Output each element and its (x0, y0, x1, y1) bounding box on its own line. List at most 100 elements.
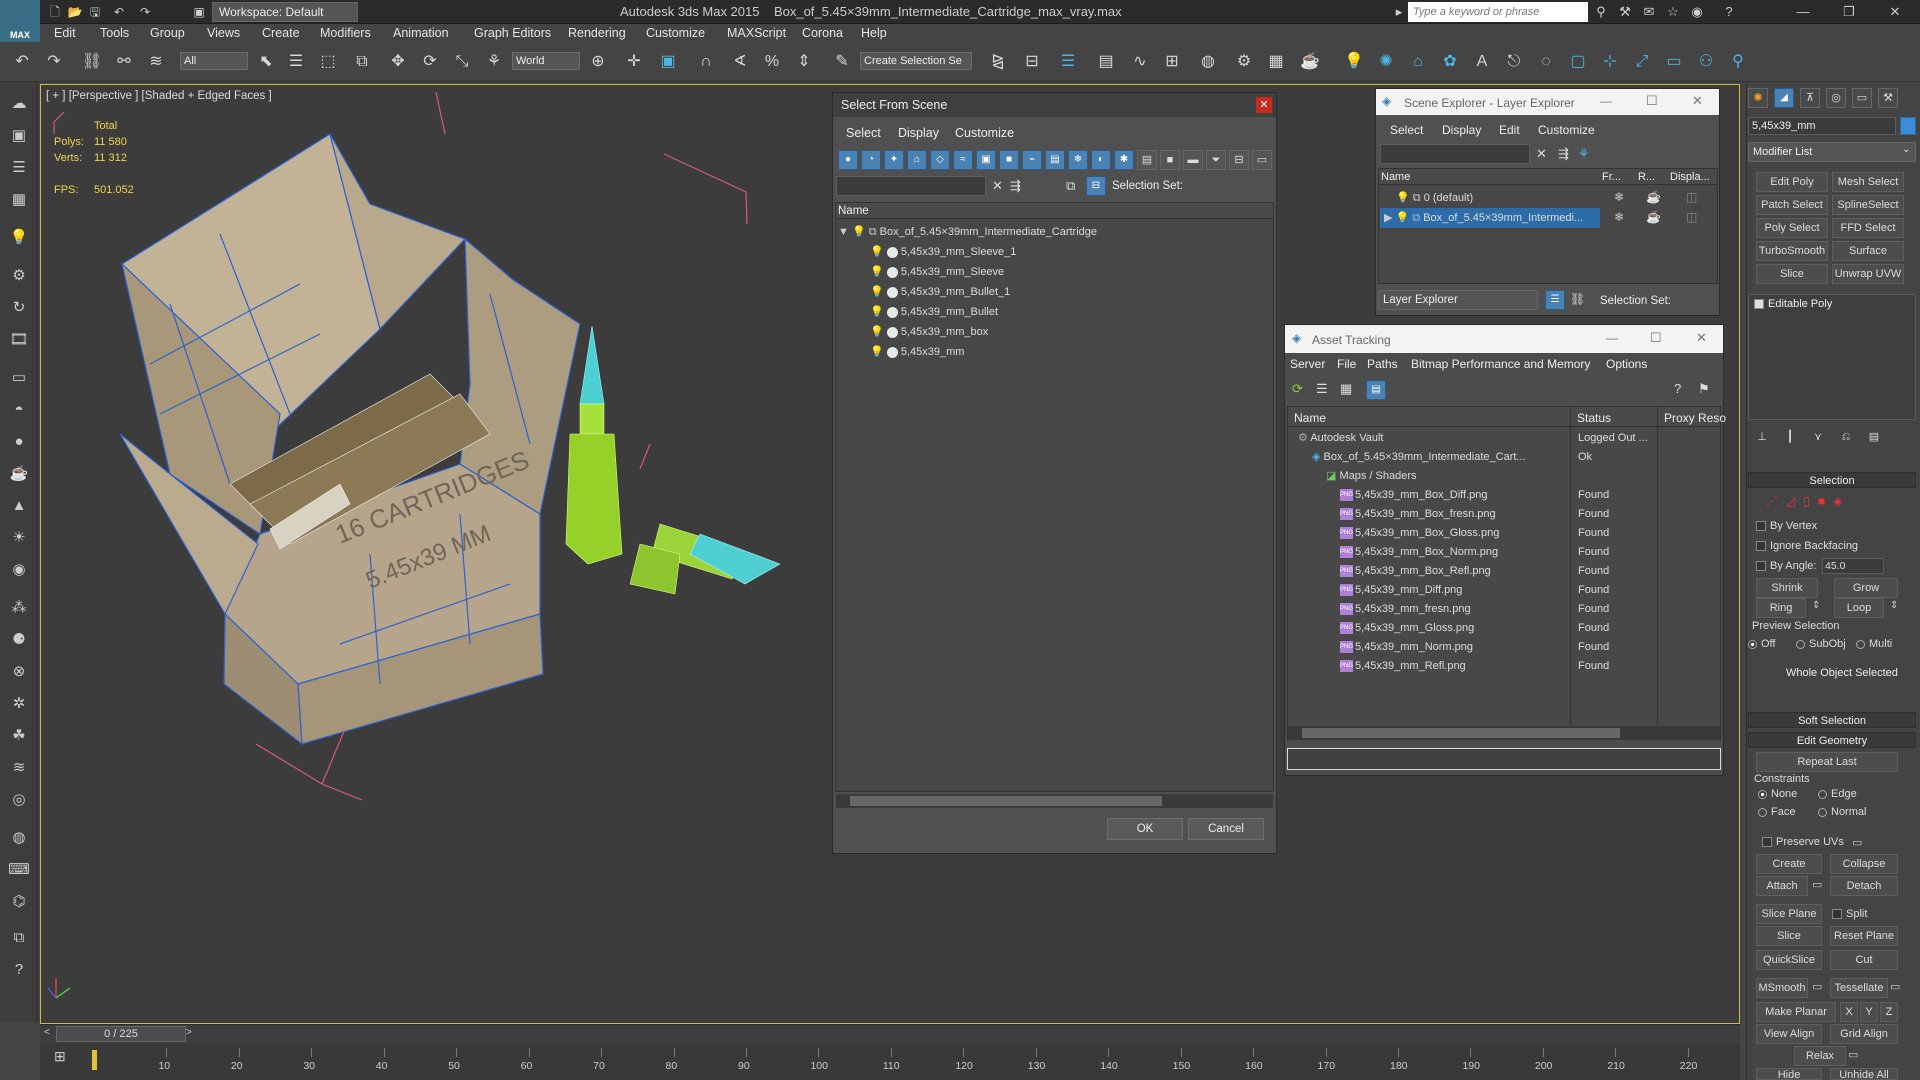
curve-editor-icon[interactable]: ∿ (1128, 50, 1152, 74)
create-tab-icon[interactable]: ✺ (1748, 88, 1768, 108)
sfs-scrollbar-thumb[interactable] (850, 796, 1162, 806)
shrink-button[interactable]: Shrink (1756, 578, 1818, 598)
filter-list-icon[interactable]: ⊟ (1229, 150, 1249, 170)
at-menu-server[interactable]: Server (1290, 357, 1325, 371)
asset-row[interactable]: PNG 5,45x39_mm_Norm.png (1340, 638, 1473, 657)
percent-snap-icon[interactable]: % (760, 50, 784, 74)
modifier-button[interactable]: Edit Poly (1756, 172, 1828, 192)
display-toggle-icon[interactable]: ◫ (1686, 210, 1697, 224)
help-icon[interactable]: ? (7, 958, 31, 982)
modifier-button[interactable]: Unwrap UVW (1832, 264, 1904, 284)
window-crossing-icon[interactable]: ⧉ (350, 50, 374, 74)
communication-icon[interactable]: ✉ (1640, 3, 1658, 21)
hair-icon[interactable]: ≋ (7, 756, 31, 780)
frozen-filter-icon[interactable]: ❄ (1068, 150, 1088, 170)
unlink-icon[interactable]: ⚯ (112, 50, 136, 74)
cone-icon[interactable]: ▲ (7, 494, 31, 518)
at-help-icon[interactable]: ? (1674, 381, 1681, 396)
at-col-proxy-resolution[interactable]: Proxy Reso (1664, 411, 1726, 425)
dynamics-icon[interactable]: ⚈ (7, 628, 31, 652)
frame-buffer-icon[interactable]: ▢ (1566, 50, 1590, 74)
modifier-button[interactable]: FFD Select (1832, 218, 1904, 238)
render-production-icon[interactable]: ☕ (1298, 50, 1322, 74)
shapes-filter-icon[interactable]: ◔ (861, 150, 881, 170)
vray-mesh-export-icon[interactable]: ⤢ (1630, 50, 1654, 74)
asset-tracking-maximize-icon[interactable]: ☐ (1650, 330, 1662, 346)
sfs-clear-search-icon[interactable]: ✕ (992, 178, 1003, 194)
asset-row[interactable]: ⚙ Autodesk Vault (1298, 429, 1384, 448)
menu-views[interactable]: Views (207, 26, 240, 40)
freeze-toggle-icon[interactable]: ❄ (1614, 210, 1624, 224)
at-table-view-icon[interactable]: ▤ (1366, 380, 1386, 400)
sfs-cancel-button[interactable]: Cancel (1188, 818, 1264, 840)
asset-row[interactable]: PNG 5,45x39_mm_Refl.png (1340, 657, 1466, 676)
modifier-button[interactable]: Patch Select (1756, 195, 1828, 215)
snaps-toggle-icon[interactable]: ∩ (694, 50, 718, 74)
scene-icon[interactable]: ▣ (7, 124, 31, 148)
sun-icon[interactable]: ☀ (7, 526, 31, 550)
display-toggle-icon[interactable]: ◫ (1686, 190, 1697, 204)
unhide-all-button[interactable]: Unhide All (1830, 1068, 1898, 1080)
split-checkbox[interactable]: Split (1832, 908, 1867, 920)
modifier-stack-list[interactable] (1748, 294, 1916, 420)
at-scrollbar-thumb[interactable] (1302, 728, 1620, 738)
at-col-status[interactable]: Status (1577, 411, 1611, 425)
rectangular-selection-icon[interactable]: ⬚ (316, 50, 340, 74)
at-path-input[interactable] (1287, 748, 1721, 770)
sfs-item-row[interactable]: 💡 5,45x39_mm (870, 342, 964, 362)
bones-filter-icon[interactable]: ⌁ (1022, 150, 1042, 170)
menu-customize[interactable]: Customize (646, 26, 705, 40)
pivot-center-icon[interactable]: ⊕ (586, 50, 610, 74)
asset-tracking-close-icon[interactable]: ✕ (1696, 330, 1707, 346)
grow-button[interactable]: Grow (1834, 578, 1898, 598)
sfs-root-row[interactable]: ▼ 💡 ⧉ Box_of_5.45×39mm_Intermediate_Cart… (838, 222, 1097, 242)
modifier-list-dropdown[interactable]: Modifier List (1748, 142, 1916, 162)
containers-filter-icon[interactable]: ▤ (1045, 150, 1065, 170)
camera-icon[interactable]: ⌂ (1406, 50, 1430, 74)
edit-geometry-rollout-header[interactable]: Edit Geometry (1748, 732, 1916, 748)
at-highlight-icon[interactable]: ⚑ (1698, 381, 1710, 397)
xrefs-filter-icon[interactable]: ■ (999, 150, 1019, 170)
reference-coordinate-dropdown[interactable]: World (512, 52, 580, 70)
align-icon[interactable]: ⊟ (1020, 50, 1044, 74)
se-layers-toggle-icon[interactable]: ☰ (1545, 290, 1565, 310)
time-prev-icon[interactable]: < (44, 1027, 50, 1038)
menu-group[interactable]: Group (150, 26, 185, 40)
light-icon[interactable]: 💡 (1342, 50, 1366, 74)
planar-y-button[interactable]: Y (1860, 1002, 1878, 1022)
modifier-button[interactable]: Slice (1756, 264, 1828, 284)
collapse-button[interactable]: Collapse (1830, 854, 1898, 874)
asset-row[interactable]: PNG 5,45x39_mm_Box_Gloss.png (1340, 524, 1499, 543)
at-refresh-icon[interactable]: ⟳ (1292, 381, 1303, 397)
create-button[interactable]: Create (1756, 854, 1822, 874)
mirror-icon[interactable]: ⧎ (986, 50, 1010, 74)
select-rotate-icon[interactable]: ⟳ (418, 50, 442, 74)
constraint-edge-radio[interactable]: Edge (1818, 788, 1857, 800)
plant-icon[interactable]: ✿ (1438, 50, 1462, 74)
freeze-toggle-icon[interactable]: ❄ (1614, 190, 1624, 204)
se-explorer-dropdown[interactable]: Layer Explorer (1378, 290, 1538, 310)
search-arrow-icon[interactable]: ▸ (1390, 3, 1408, 21)
edit-named-selection-icon[interactable]: ✎ (830, 50, 854, 74)
subscription-icon[interactable]: ⚒ (1616, 3, 1634, 21)
select-object-icon[interactable]: ⬉ (254, 50, 278, 74)
close-window-icon[interactable]: ✕ (1872, 0, 1918, 24)
se-menu-edit[interactable]: Edit (1499, 123, 1520, 137)
asset-tracking-minimize-icon[interactable]: — (1606, 331, 1618, 345)
ring-button[interactable]: Ring (1756, 598, 1806, 618)
menu-maxscript[interactable]: MAXScript (727, 26, 786, 40)
preview-off-radio[interactable]: Off (1748, 638, 1775, 650)
modifier-button[interactable]: TurboSmooth (1756, 241, 1828, 261)
chevron-down-icon[interactable]: ⌄ (1902, 144, 1910, 155)
modifier-button[interactable]: Poly Select (1756, 218, 1828, 238)
ring-spinner-icon[interactable]: ⇕ (1812, 600, 1820, 611)
at-menu-paths[interactable]: Paths (1367, 357, 1398, 371)
tessellate-settings-icon[interactable]: ▭ (1890, 980, 1900, 993)
helpers-filter-icon[interactable]: ◇ (930, 150, 950, 170)
new-file-icon[interactable]: 🗋 (46, 3, 64, 21)
se-clear-search-icon[interactable]: ✕ (1536, 146, 1547, 162)
sfs-item-row[interactable]: 💡 5,45x39_mm_Sleeve_1 (870, 242, 1016, 262)
sfs-column-name[interactable]: Name (836, 203, 1273, 219)
constraint-face-radio[interactable]: Face (1758, 806, 1795, 818)
select-from-scene-close-icon[interactable]: ✕ (1256, 97, 1272, 113)
